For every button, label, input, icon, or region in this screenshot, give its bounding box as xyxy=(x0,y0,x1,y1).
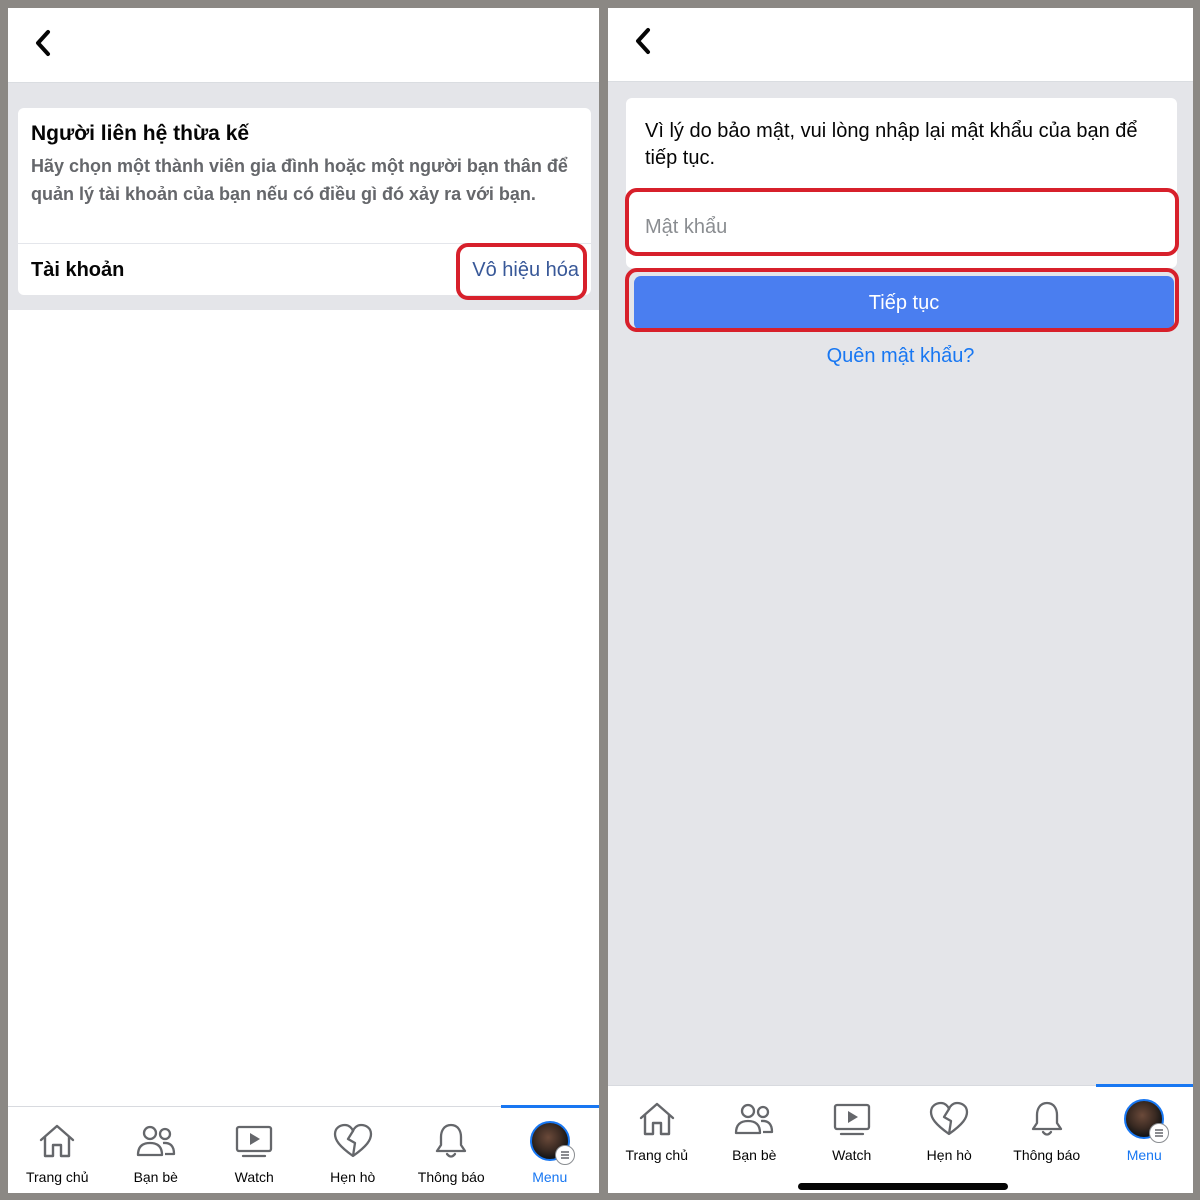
watch-icon xyxy=(234,1121,274,1161)
active-tab-indicator xyxy=(1095,1084,1193,1087)
nav-label: Bạn bè xyxy=(133,1169,178,1185)
nav-label: Hẹn hò xyxy=(926,1147,972,1163)
nav-label: Menu xyxy=(532,1169,568,1185)
back-button[interactable] xyxy=(628,21,658,61)
top-bar xyxy=(8,8,599,83)
nav-label: Watch xyxy=(832,1147,872,1163)
content-area: Người liên hệ thừa kế Hãy chọn một thành… xyxy=(8,83,599,310)
bell-icon xyxy=(1027,1099,1067,1139)
bell-icon xyxy=(431,1121,471,1161)
nav-item-watch[interactable]: Watch xyxy=(803,1086,901,1193)
nav-label: Menu xyxy=(1126,1147,1162,1163)
nav-item-friends[interactable]: Bạn bè xyxy=(706,1086,804,1193)
right-screen: Vì lý do bảo mật, vui lòng nhập lại mật … xyxy=(608,8,1193,1193)
nav-label: Thông báo xyxy=(1013,1147,1081,1163)
nav-item-menu[interactable]: Menu xyxy=(1095,1084,1193,1193)
legacy-contact-card: Người liên hệ thừa kế Hãy chọn một thành… xyxy=(18,108,591,295)
account-label: Tài khoản xyxy=(31,259,125,281)
left-screen: Người liên hệ thừa kế Hãy chọn một thành… xyxy=(8,8,599,1193)
nav-item-friends[interactable]: Bạn bè xyxy=(107,1107,206,1193)
security-message: Vì lý do bảo mật, vui lòng nhập lại mật … xyxy=(645,120,1138,169)
nav-item-watch[interactable]: Watch xyxy=(205,1107,304,1193)
menu-lines-icon xyxy=(1149,1123,1170,1143)
nav-label: Watch xyxy=(234,1169,274,1185)
nav-item-dating[interactable]: Hẹn hò xyxy=(901,1086,999,1193)
chevron-left-icon xyxy=(36,30,50,56)
nav-item-home[interactable]: Trang chủ xyxy=(608,1086,706,1193)
deactivate-link[interactable]: Vô hiệu hóa xyxy=(472,259,579,282)
nav-item-notifications[interactable]: Thông báo xyxy=(998,1086,1096,1193)
nav-item-menu[interactable]: Menu xyxy=(500,1105,599,1193)
nav-label: Trang chủ xyxy=(25,1169,89,1185)
bottom-nav: Trang chủ Bạn bè Watch Hẹn hò Thông báo xyxy=(608,1084,1193,1193)
nav-item-notifications[interactable]: Thông báo xyxy=(402,1107,501,1193)
home-icon xyxy=(637,1099,677,1139)
nav-item-dating[interactable]: Hẹn hò xyxy=(304,1107,403,1193)
profile-avatar xyxy=(529,1121,575,1165)
nav-item-home[interactable]: Trang chủ xyxy=(8,1107,107,1193)
forgot-password-link[interactable]: Quên mật khẩu? xyxy=(608,345,1193,368)
friends-icon xyxy=(734,1099,774,1139)
card-description: Hãy chọn một thành viên gia đình hoặc mộ… xyxy=(31,156,568,204)
bottom-nav: Trang chủ Bạn bè Watch Hẹn hò Thông báo xyxy=(8,1105,599,1193)
dating-heart-icon xyxy=(333,1121,373,1161)
nav-label: Thông báo xyxy=(417,1169,485,1185)
password-field[interactable] xyxy=(634,198,1174,256)
home-indicator xyxy=(798,1183,1008,1190)
nav-label: Bạn bè xyxy=(732,1147,777,1163)
card-title: Người liên hệ thừa kế xyxy=(31,122,250,145)
active-tab-indicator xyxy=(500,1105,599,1108)
home-icon xyxy=(37,1121,77,1161)
chevron-left-icon xyxy=(636,28,650,54)
dating-heart-icon xyxy=(929,1099,969,1139)
nav-label: Hẹn hò xyxy=(330,1169,376,1185)
friends-icon xyxy=(136,1121,176,1161)
divider xyxy=(18,243,591,244)
watch-icon xyxy=(832,1099,872,1139)
profile-avatar xyxy=(1124,1099,1170,1143)
nav-label: Trang chủ xyxy=(625,1147,688,1163)
avatar xyxy=(1124,1099,1170,1143)
avatar xyxy=(529,1121,575,1165)
continue-button[interactable]: Tiếp tục xyxy=(634,276,1174,330)
back-button[interactable] xyxy=(28,23,58,63)
top-bar xyxy=(608,8,1193,82)
menu-lines-icon xyxy=(554,1145,575,1165)
